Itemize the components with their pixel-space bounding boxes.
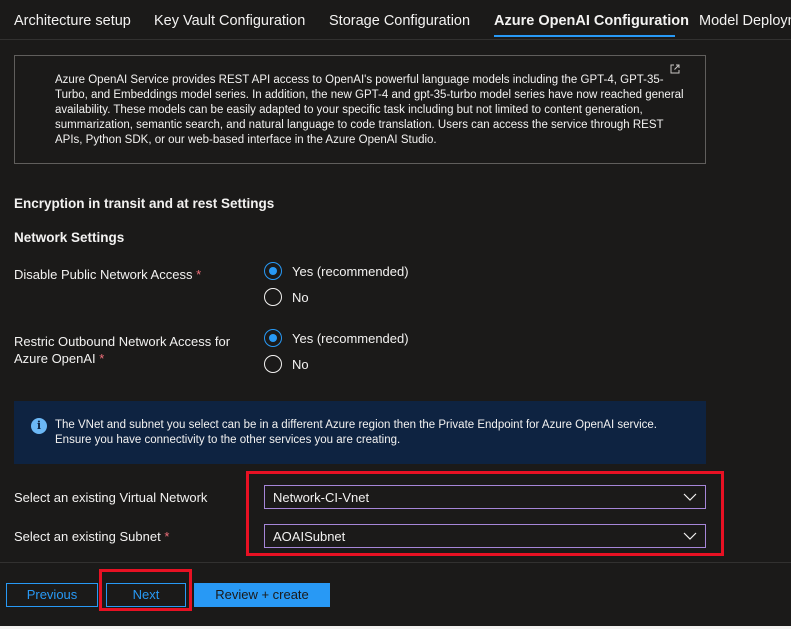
disable-public-no-option[interactable]: No [264,287,309,307]
disable-public-access-label: Disable Public Network Access * [14,267,202,282]
service-description-box: Azure OpenAI Service provides REST API a… [14,55,706,164]
radio-button[interactable] [264,288,282,306]
required-asterisk: * [196,267,202,282]
previous-button[interactable]: Previous [6,583,98,607]
radio-label: Yes (recommended) [292,330,409,346]
tab-model-deployments[interactable]: Model Deployments [699,13,791,29]
tab-architecture-setup[interactable]: Architecture setup [14,13,131,29]
vnet-info-text: The VNet and subnet you select can be in… [55,419,657,446]
restrict-outbound-no-option[interactable]: No [264,354,309,374]
radio-label: No [292,356,309,372]
subnet-label: Select an existing Subnet * [14,529,170,544]
active-tab-indicator [494,35,675,37]
disable-public-yes-option[interactable]: Yes (recommended) [264,261,409,281]
radio-label: No [292,289,309,305]
external-link-icon[interactable] [670,64,680,74]
network-selection-highlight [246,471,724,556]
restrict-outbound-label: Restric Outbound Network Access for Azur… [14,334,231,366]
next-button-highlight [99,569,192,611]
radio-button[interactable] [264,355,282,373]
radio-button-checked[interactable] [264,329,282,347]
review-create-button[interactable]: Review + create [194,583,330,607]
vnet-info-notice: i The VNet and subnet you select can be … [14,401,706,464]
encryption-heading: Encryption in transit and at rest Settin… [14,196,275,211]
wizard-tabs: Architecture setup Key Vault Configurati… [0,0,791,40]
restrict-outbound-yes-option[interactable]: Yes (recommended) [264,328,409,348]
required-asterisk: * [164,529,170,544]
radio-button-checked[interactable] [264,262,282,280]
info-icon: i [31,418,47,434]
tab-storage-configuration[interactable]: Storage Configuration [329,13,470,29]
network-settings-heading: Network Settings [14,230,125,245]
required-asterisk: * [99,351,105,366]
tab-azure-openai-configuration[interactable]: Azure OpenAI Configuration [494,13,689,29]
service-description-text: Azure OpenAI Service provides REST API a… [55,74,684,146]
tab-key-vault-configuration[interactable]: Key Vault Configuration [154,13,305,29]
vnet-label: Select an existing Virtual Network [14,490,208,505]
radio-label: Yes (recommended) [292,263,409,279]
